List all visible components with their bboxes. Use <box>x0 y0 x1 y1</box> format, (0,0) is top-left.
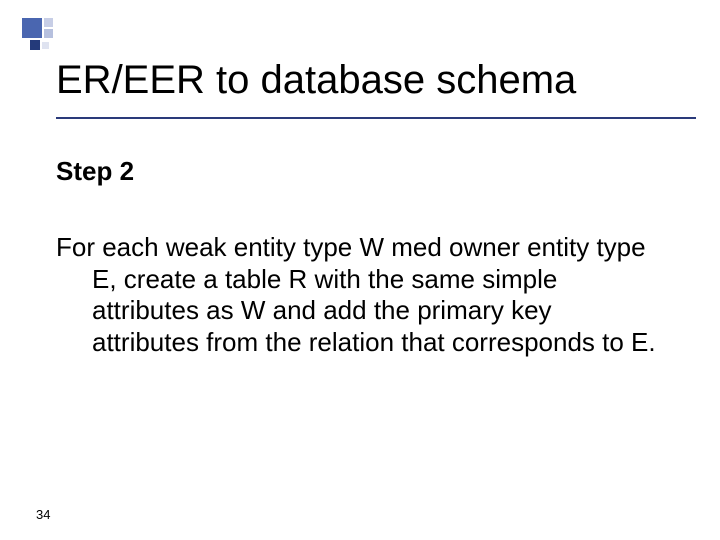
deco-square-icon <box>22 18 42 38</box>
deco-square-icon <box>44 29 53 38</box>
corner-decoration <box>22 18 82 48</box>
step-heading: Step 2 <box>56 156 134 187</box>
deco-square-icon <box>42 42 49 49</box>
deco-square-icon <box>30 40 40 50</box>
slide: ER/EER to database schema Step 2 For eac… <box>0 0 720 540</box>
deco-square-icon <box>44 18 53 27</box>
body-paragraph: For each weak entity type W med owner en… <box>56 232 656 359</box>
slide-title: ER/EER to database schema <box>56 58 576 103</box>
page-number: 34 <box>36 507 50 522</box>
body-text: For each weak entity type W med owner en… <box>56 232 656 359</box>
title-divider <box>56 117 696 119</box>
